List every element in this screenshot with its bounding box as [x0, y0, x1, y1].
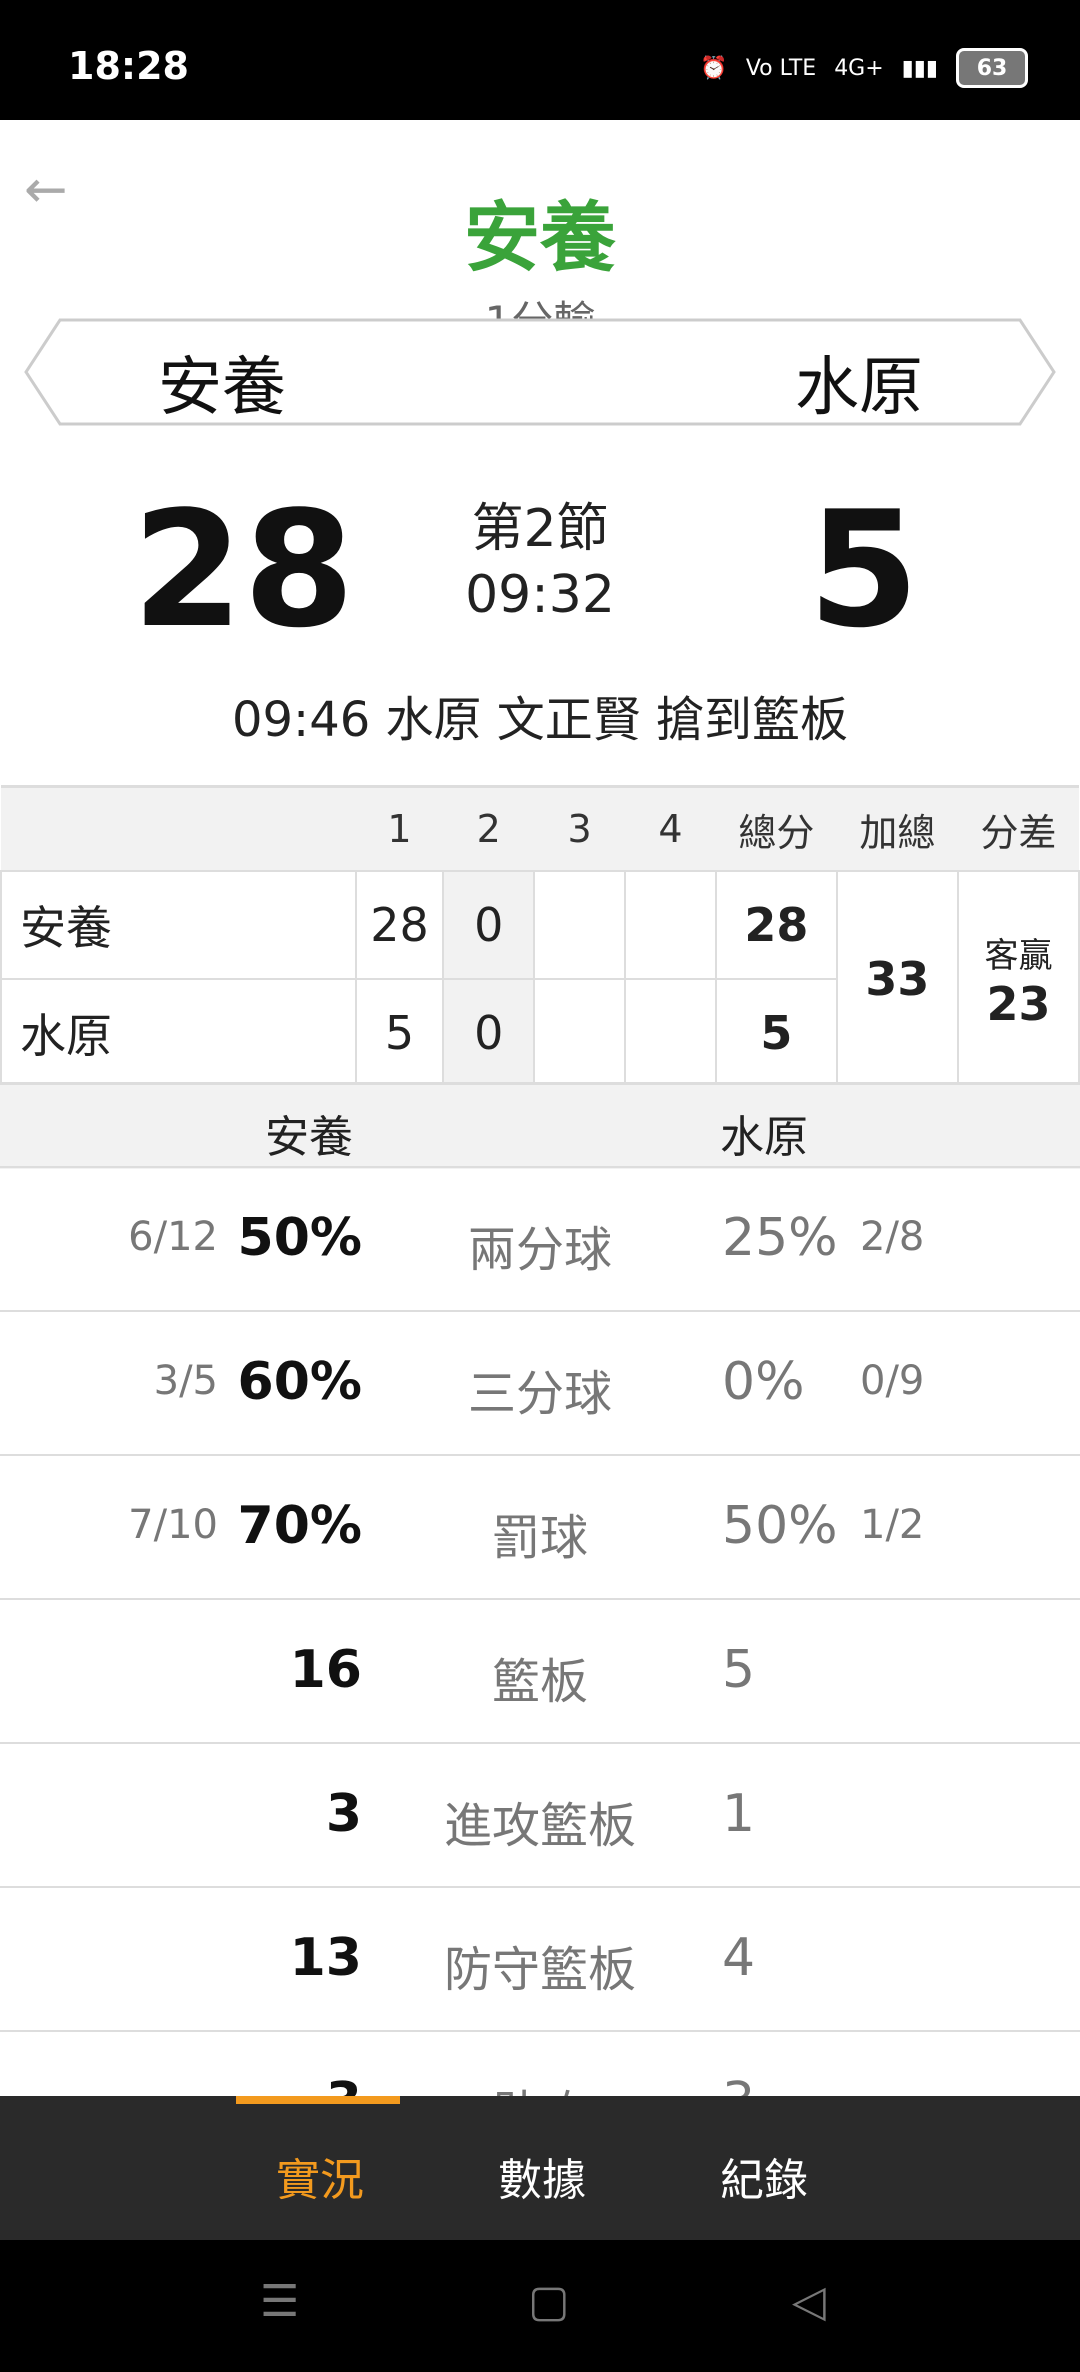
- stat-label: 籃板: [491, 1654, 588, 1710]
- team-cell: 水原: [0, 978, 357, 1088]
- home-team-name[interactable]: 安養: [158, 336, 286, 428]
- network-label: 4G+: [834, 55, 884, 81]
- stat-label: 防守籃板: [443, 1942, 636, 1998]
- signal-icon: ▮▮▮: [901, 55, 938, 81]
- bottom-tab-bar: 實況 數據 紀錄: [0, 2096, 1080, 2240]
- table-header: 1: [355, 785, 444, 871]
- diff-value: 23: [986, 976, 1051, 1031]
- stat-row: 3/5 60% 三分球 0% 0/9: [0, 1310, 1080, 1455]
- away-team-name[interactable]: 水原: [795, 336, 923, 428]
- q3-cell: [533, 978, 627, 1088]
- away-fraction: 0/9: [860, 1358, 925, 1404]
- home-icon[interactable]: ▢: [528, 2276, 570, 2327]
- q3-cell: [533, 870, 627, 980]
- latest-event: 09:46 水原 文正賢 搶到籃板: [231, 692, 849, 748]
- tab-live[interactable]: 實況: [276, 2144, 364, 2208]
- stat-row: 6/12 50% 兩分球 25% 2/8: [0, 1166, 1080, 1311]
- tab-stats[interactable]: 數據: [498, 2144, 586, 2208]
- active-tab-indicator: [236, 2096, 400, 2104]
- table-header: 總分: [715, 785, 837, 871]
- q1-cell: 5: [354, 978, 445, 1088]
- stat-row: 7/10 70% 罰球 50% 1/2: [0, 1454, 1080, 1599]
- system-nav-bar: ☰ ▢ ◁: [0, 2240, 1080, 2372]
- team-cell: 安養: [0, 870, 357, 980]
- stats-header: 安養 水原: [0, 1082, 1080, 1169]
- volte-label: Vo LTE: [745, 55, 817, 81]
- away-value: 0%: [722, 1352, 805, 1412]
- game-period: 第2節 09:32: [0, 496, 1080, 628]
- status-icons: ⏰ Vo LTE 4G+ ▮▮▮ 63: [700, 48, 1028, 88]
- stats-away-team: 水原: [720, 1112, 808, 1163]
- q2-cell: 0: [442, 870, 536, 980]
- table-header: 4: [625, 785, 716, 871]
- status-bar: 18:28 ⏰ Vo LTE 4G+ ▮▮▮ 63: [0, 0, 1080, 120]
- table-header: 3: [534, 785, 626, 871]
- back-icon[interactable]: ◁: [792, 2276, 826, 2327]
- away-value: 4: [722, 1928, 756, 1988]
- away-fraction: 2/8: [860, 1214, 925, 1260]
- stat-row: 13 防守籃板 4: [0, 1886, 1080, 2031]
- q4-cell: [624, 870, 717, 980]
- table-header: 加總: [836, 785, 958, 871]
- total-cell: 28: [714, 870, 838, 980]
- diff-cell: 客贏 23: [956, 870, 1080, 1088]
- q2-cell: 0: [442, 978, 536, 1088]
- away-value: 50%: [722, 1496, 838, 1556]
- period-label: 第2節: [471, 499, 609, 559]
- away-value: 5: [722, 1640, 756, 1700]
- stat-row: 3 進攻籃板 1: [0, 1742, 1080, 1887]
- table-header: 分差: [957, 785, 1079, 871]
- battery-icon: 63: [956, 48, 1028, 88]
- menu-icon[interactable]: ☰: [260, 2276, 299, 2327]
- stat-row: 16 籃板 5: [0, 1598, 1080, 1743]
- game-clock: 09:32: [465, 565, 615, 625]
- away-value: 25%: [722, 1208, 838, 1268]
- tab-records[interactable]: 紀錄: [720, 2144, 808, 2208]
- q1-cell: 28: [354, 870, 445, 980]
- alarm-icon: ⏰: [700, 55, 728, 81]
- status-time: 18:28: [68, 44, 189, 88]
- table-row: 安養 28 0 28 33 客贏 23: [0, 870, 1080, 1088]
- stat-label: 進攻籃板: [443, 1798, 636, 1854]
- away-value: 1: [722, 1784, 756, 1844]
- table-header: 2: [443, 785, 535, 871]
- total-cell: 5: [714, 978, 838, 1088]
- quarter-score-table: 1 2 3 4 總分 加總 分差 安養 28 0 28 33 客贏 23 水原 …: [0, 785, 1080, 1088]
- away-fraction: 1/2: [860, 1502, 925, 1548]
- diff-label: 客贏: [984, 935, 1053, 976]
- stats-home-team: 安養: [265, 1112, 353, 1163]
- q4-cell: [624, 978, 717, 1088]
- page-title: 安養: [464, 193, 616, 282]
- sum-cell: 33: [835, 870, 959, 1088]
- table-header-empty: [1, 785, 356, 871]
